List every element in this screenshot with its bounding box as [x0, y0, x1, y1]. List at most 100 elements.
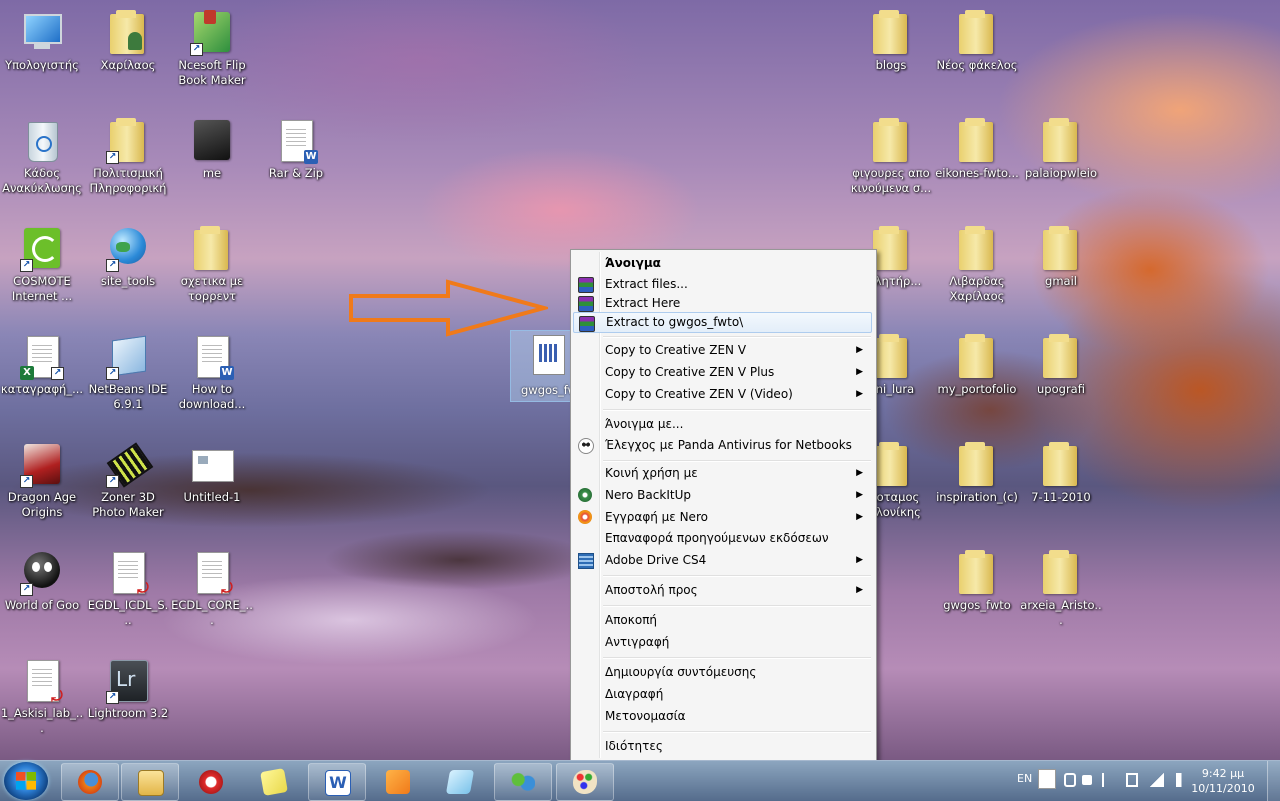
menu-item-open-with[interactable]: Άνοιγμα με...	[573, 414, 872, 435]
word-document-icon: W	[190, 334, 234, 380]
desktop-icon-excel[interactable]: X ↗ καταγραφή_...	[0, 328, 84, 432]
network-signal-icon[interactable]	[1150, 773, 1164, 787]
desktop-icon-folder[interactable]: gmail	[1019, 220, 1103, 324]
desktop-icon-label: φιγουρες απο κινούμενα σ...	[850, 166, 932, 195]
menu-item-rename[interactable]: Μετονομασία	[573, 706, 872, 727]
menu-item-cut[interactable]: Αποκοπή	[573, 610, 872, 631]
desktop-icon-folder[interactable]: palaiopwleio	[1019, 112, 1103, 216]
menu-item-nero-backitup[interactable]: Nero BackItUp ▶	[573, 485, 872, 506]
taskbar-button-shutdown-app[interactable]	[182, 763, 240, 801]
desktop-icon-label: gmail	[1045, 274, 1077, 288]
desktop[interactable]: Υπολογιστής Χαρίλαος ↗ Ncesoft Flip Book…	[0, 0, 1280, 760]
desktop-icon-netbeans[interactable]: ↗ NetBeans IDE 6.9.1	[86, 328, 170, 432]
desktop-icon-lightroom[interactable]: Lr ↗ Lightroom 3.2	[86, 652, 170, 756]
menu-item-label: Nero BackItUp	[605, 488, 691, 502]
desktop-icon-recycle-bin[interactable]: Κάδος Ανακύκλωσης	[0, 112, 84, 216]
desktop-icon-word-doc[interactable]: W Rar & Zip	[254, 112, 338, 216]
desktop-icon-label: Κάδος Ανακύκλωσης	[2, 166, 82, 195]
taskbar-button-explorer[interactable]	[121, 763, 179, 801]
battery-icon[interactable]	[1126, 773, 1138, 787]
folder-icon	[955, 442, 999, 488]
selected-archive-file[interactable]: gwgos_fw	[510, 330, 577, 402]
menu-item-open[interactable]: Άνοιγμα	[573, 253, 872, 274]
folder-icon	[955, 226, 999, 272]
menu-item-extract-to-folder[interactable]: Extract to gwgos_fwto\	[573, 312, 872, 333]
menu-item-copy-zen-v-video[interactable]: Copy to Creative ZEN V (Video) ▶	[573, 384, 872, 405]
start-button[interactable]	[4, 762, 48, 800]
desktop-icon-word-doc[interactable]: W How to download...	[170, 328, 254, 432]
menu-separator	[603, 657, 871, 659]
desktop-icon-label: my_portofolio	[937, 382, 1017, 396]
desktop-icon-folder[interactable]: 7-11-2010	[1019, 436, 1103, 540]
desktop-icon-folder[interactable]: Λιβαρδας Χαρίλαος	[935, 220, 1019, 324]
desktop-icon-folder[interactable]: Νέος φάκελος	[935, 4, 1019, 108]
taskbar-button-messenger[interactable]	[494, 763, 552, 801]
show-desktop-button[interactable]	[1267, 761, 1280, 801]
menu-item-share-with[interactable]: Κοινή χρήση με ▶	[573, 463, 872, 484]
desktop-icon-folder[interactable]: arxeia_Aristo...	[1019, 544, 1103, 648]
menu-item-copy-zen-v-plus[interactable]: Copy to Creative ZEN V Plus ▶	[573, 362, 872, 383]
menu-item-label: Κοινή χρήση με	[605, 466, 698, 480]
taskbar-button-paint[interactable]	[556, 763, 614, 801]
desktop-icon-folder[interactable]: my_portofolio	[935, 328, 1019, 432]
desktop-icon-pdf[interactable]: ⤾ ECDL_CORE_...	[170, 544, 254, 648]
folder-icon	[955, 334, 999, 380]
desktop-icon-folder[interactable]: φιγουρες απο κινούμενα σ...	[849, 112, 933, 216]
desktop-icon-image[interactable]: Untitled-1	[170, 436, 254, 540]
desktop-icon-label: blogs	[875, 58, 907, 72]
desktop-icon-folder[interactable]: blogs	[849, 4, 933, 108]
safely-remove-icon[interactable]	[1082, 775, 1092, 785]
desktop-icon-folder[interactable]: upografi	[1019, 328, 1103, 432]
desktop-icon-dragon-age[interactable]: ↗ Dragon Age Origins	[0, 436, 84, 540]
desktop-icon-computer[interactable]: Υπολογιστής	[0, 4, 84, 108]
desktop-icon-label: ECDL_CORE_...	[171, 598, 253, 627]
menu-item-label: Δημιουργία συντόμευσης	[605, 665, 757, 679]
acrobat-icon[interactable]	[1038, 769, 1056, 789]
clock[interactable]: 9:42 μμ 10/11/2010	[1188, 766, 1258, 796]
taskbar-button-notepad[interactable]	[431, 763, 489, 801]
taskbar-button-word[interactable]: W	[308, 763, 366, 801]
desktop-icon-pdf[interactable]: ⤾ EGDL_ICDL_S...	[86, 544, 170, 648]
menu-item-extract-files[interactable]: Extract files...	[573, 274, 872, 295]
folder-icon	[869, 10, 913, 56]
menu-item-create-shortcut[interactable]: Δημιουργία συντόμευσης	[573, 662, 872, 683]
desktop-icon-folder[interactable]: σχετικα με τορρεντ	[170, 220, 254, 324]
desktop-icon-zoner[interactable]: ↗ Zoner 3D Photo Maker	[86, 436, 170, 540]
desktop-icon-folder[interactable]: gwgos_fwto	[935, 544, 1019, 648]
desktop-icon-photo[interactable]: me	[170, 112, 254, 216]
menu-item-send-to[interactable]: Αποστολή προς ▶	[573, 580, 872, 601]
panda-icon	[578, 438, 594, 454]
menu-item-copy-zen-v[interactable]: Copy to Creative ZEN V ▶	[573, 340, 872, 361]
menu-item-properties[interactable]: Ιδιότητες	[573, 736, 872, 757]
desktop-icon-label: Rar & Zip	[268, 166, 324, 180]
media-player-icon	[386, 770, 410, 794]
desktop-icon-site-tools[interactable]: ↗ site_tools	[86, 220, 170, 324]
desktop-icon-world-of-goo[interactable]: ↗ World of Goo	[0, 544, 84, 648]
menu-item-restore-previous-versions[interactable]: Επαναφορά προηγούμενων εκδόσεων	[573, 528, 872, 549]
action-center-flag-icon[interactable]	[1102, 773, 1114, 787]
desktop-icon-flipbook[interactable]: ↗ Ncesoft Flip Book Maker	[170, 4, 254, 108]
desktop-icon-label: καταγραφή_...	[0, 382, 84, 396]
taskbar-button-sticky-notes[interactable]	[245, 763, 303, 801]
desktop-icon-label: Υπολογιστής	[5, 58, 79, 72]
usb-device-icon[interactable]	[1064, 773, 1076, 787]
menu-separator	[603, 336, 871, 338]
desktop-icon-folder[interactable]: ↗ Πολιτισμική Πληροφορική	[86, 112, 170, 216]
taskbar-button-media-player[interactable]	[369, 763, 427, 801]
language-indicator[interactable]: EN	[1017, 772, 1032, 785]
menu-item-extract-here[interactable]: Extract Here	[573, 293, 872, 314]
menu-item-label: Διαγραφή	[605, 687, 664, 701]
folder-icon	[955, 10, 999, 56]
flipbook-app-icon: ↗	[190, 10, 234, 56]
desktop-icon-folder[interactable]: inspiration_(c)	[935, 436, 1019, 540]
menu-item-copy[interactable]: Αντιγραφή	[573, 632, 872, 653]
menu-item-delete[interactable]: Διαγραφή	[573, 684, 872, 705]
taskbar-button-firefox[interactable]	[61, 763, 119, 801]
desktop-icon-folder[interactable]: eikones-fwto...	[935, 112, 1019, 216]
menu-item-panda-scan[interactable]: Έλεγχος με Panda Antivirus for Netbooks	[573, 435, 872, 456]
desktop-icon-pdf[interactable]: ⤾ 1_Askisi_lab_...	[0, 652, 84, 756]
menu-item-burn-with-nero[interactable]: Εγγραφή με Nero ▶	[573, 507, 872, 528]
menu-item-adobe-drive[interactable]: Adobe Drive CS4 ▶	[573, 550, 872, 571]
desktop-icon-user-folder[interactable]: Χαρίλαος	[86, 4, 170, 108]
desktop-icon-cosmote[interactable]: ↗ COSMOTE Internet ...	[0, 220, 84, 324]
